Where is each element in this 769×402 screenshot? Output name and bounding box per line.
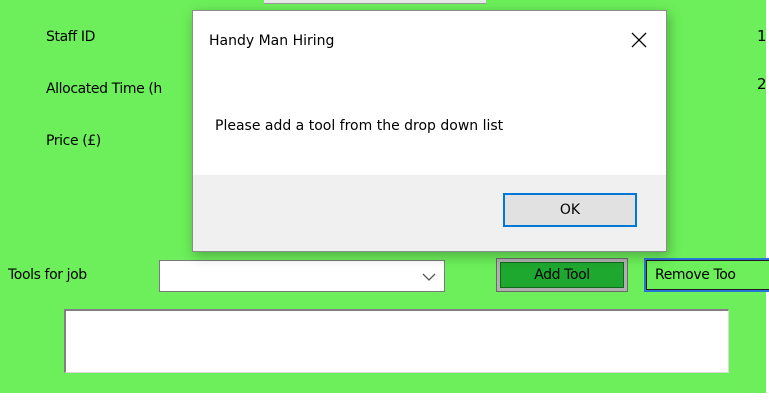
allocated-time-value: 2 bbox=[757, 75, 767, 93]
price-label: Price (£) bbox=[46, 133, 101, 149]
tools-dropdown[interactable] bbox=[159, 260, 445, 292]
allocated-time-label: Allocated Time (h bbox=[46, 81, 162, 97]
chevron-down-icon bbox=[422, 273, 436, 281]
ok-label: OK bbox=[559, 202, 581, 218]
tools-list[interactable] bbox=[64, 309, 729, 373]
dialog-footer: OK bbox=[193, 175, 666, 251]
staff-id-label: Staff ID bbox=[46, 29, 95, 45]
close-icon[interactable] bbox=[624, 25, 654, 55]
dialog-message: Please add a tool from the drop down lis… bbox=[215, 118, 504, 134]
remove-tool-button[interactable]: Remove Too bbox=[644, 258, 769, 292]
dialog-title: Handy Man Hiring bbox=[209, 33, 335, 49]
message-dialog: Handy Man Hiring Please add a tool from … bbox=[192, 10, 667, 252]
add-tool-button[interactable]: Add Tool bbox=[496, 258, 628, 292]
partial-control-top bbox=[264, 0, 486, 4]
staff-id-value: 1 bbox=[757, 27, 767, 45]
tools-for-job-label: Tools for job bbox=[8, 267, 87, 283]
add-tool-label: Add Tool bbox=[500, 262, 624, 288]
ok-button[interactable]: OK bbox=[503, 193, 637, 227]
remove-tool-label: Remove Too bbox=[646, 260, 769, 290]
